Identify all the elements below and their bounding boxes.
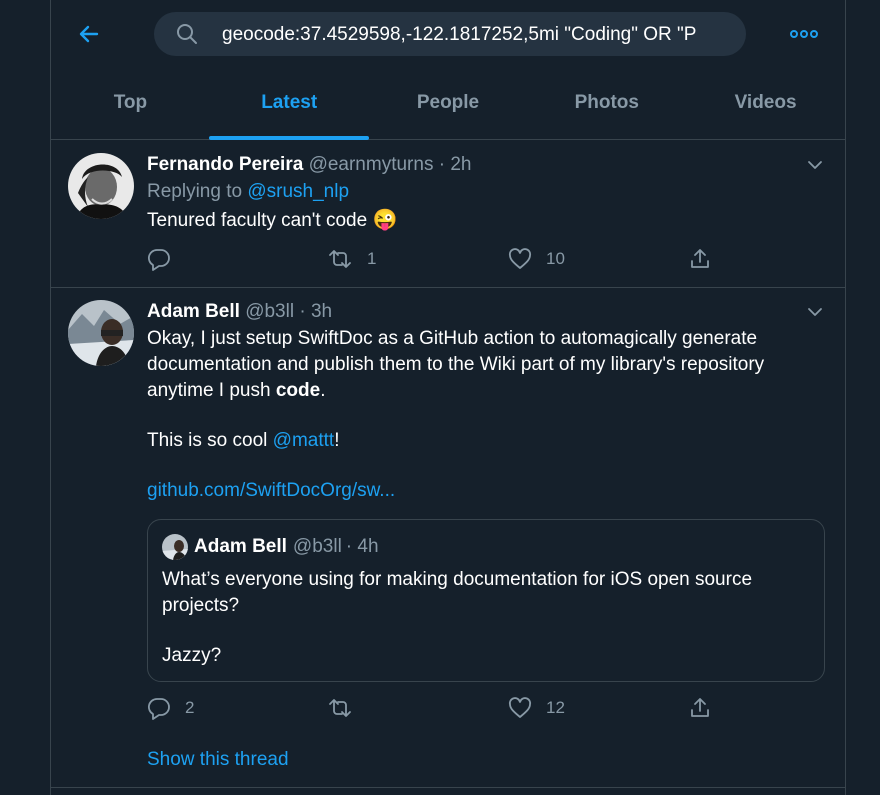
tweet-actions: 1 10	[147, 247, 717, 275]
avatar[interactable]	[68, 153, 134, 219]
quoted-tweet[interactable]: Adam Bell @b3ll · 4h What’s everyone usi…	[147, 519, 825, 682]
retweet-icon	[329, 250, 351, 268]
tab-latest[interactable]: Latest	[209, 68, 369, 140]
search-input[interactable]: geocode:37.4529598,-122.1817252,5mi "Cod…	[154, 12, 746, 56]
like-icon	[508, 248, 532, 269]
reply-button[interactable]	[147, 247, 185, 271]
tweet-time[interactable]: · 2h	[439, 154, 472, 175]
search-tabs: Top Latest People Photos Videos	[51, 68, 845, 140]
search-icon	[177, 24, 197, 44]
like-count: 12	[546, 698, 565, 717]
mention-link[interactable]: @srush_nlp	[247, 181, 349, 202]
like-icon	[508, 697, 532, 718]
share-button[interactable]	[688, 247, 712, 271]
tab-people[interactable]: People	[369, 68, 528, 139]
tweet-actions: 2 12	[147, 696, 717, 724]
replying-to-label: Replying to	[147, 181, 243, 202]
more-icon	[790, 30, 818, 38]
reply-icon	[147, 249, 170, 271]
retweet-button[interactable]	[327, 696, 367, 720]
reply-icon	[147, 698, 170, 720]
search-query: geocode:37.4529598,-122.1817252,5mi "Cod…	[222, 24, 697, 45]
avatar[interactable]	[68, 300, 134, 366]
author-name[interactable]: Adam Bell	[147, 301, 240, 322]
like-count: 10	[546, 249, 565, 268]
tab-videos[interactable]: Videos	[686, 68, 845, 139]
quote-author-name: Adam Bell	[194, 536, 287, 557]
retweet-button[interactable]: 1	[327, 247, 376, 271]
like-button[interactable]: 10	[508, 247, 565, 271]
url-link[interactable]: github.com/SwiftDocOrg/sw...	[147, 480, 395, 501]
back-arrow-icon	[79, 25, 99, 43]
share-button[interactable]	[688, 696, 712, 720]
tab-top[interactable]: Top	[51, 68, 210, 139]
mention-link[interactable]: @mattt	[273, 430, 335, 451]
retweet-count: 1	[367, 249, 377, 268]
tweet[interactable]: Fernando Pereira @earnmyturns · 2h Reply…	[51, 141, 845, 288]
tweet-time[interactable]: · 3h	[299, 301, 332, 322]
show-thread-link[interactable]: Show this thread	[147, 749, 289, 771]
quote-avatar	[162, 534, 188, 560]
more-button[interactable]	[789, 24, 819, 44]
back-button[interactable]	[75, 20, 103, 48]
quote-text: What’s everyone using for making documen…	[162, 569, 753, 666]
retweet-icon	[329, 699, 351, 717]
quote-author-handle: @b3ll	[292, 536, 342, 557]
share-icon	[691, 249, 709, 268]
tweet-text: Tenured faculty can't code	[147, 210, 368, 231]
reply-count: 2	[185, 698, 195, 717]
tweet-text: Okay, I just setup SwiftDoc as a GitHub …	[147, 328, 765, 501]
chevron-down-icon[interactable]	[807, 304, 823, 320]
timeline-column: geocode:37.4529598,-122.1817252,5mi "Cod…	[50, 0, 846, 795]
chevron-down-icon[interactable]	[807, 157, 823, 173]
emoji-icon: 😜	[372, 209, 398, 231]
tweet[interactable]: Adam Bell @b3ll · 3h Okay, I just setup …	[51, 288, 845, 788]
reply-button[interactable]: 2	[147, 696, 194, 720]
share-icon	[691, 698, 709, 717]
author-name[interactable]: Fernando Pereira	[147, 154, 303, 175]
search-header: geocode:37.4529598,-122.1817252,5mi "Cod…	[51, 0, 845, 68]
tab-photos[interactable]: Photos	[527, 68, 686, 139]
author-handle[interactable]: @earnmyturns	[309, 154, 434, 175]
like-button[interactable]: 12	[508, 696, 565, 720]
quote-time: · 4h	[345, 536, 379, 557]
author-handle[interactable]: @b3ll	[245, 301, 294, 322]
